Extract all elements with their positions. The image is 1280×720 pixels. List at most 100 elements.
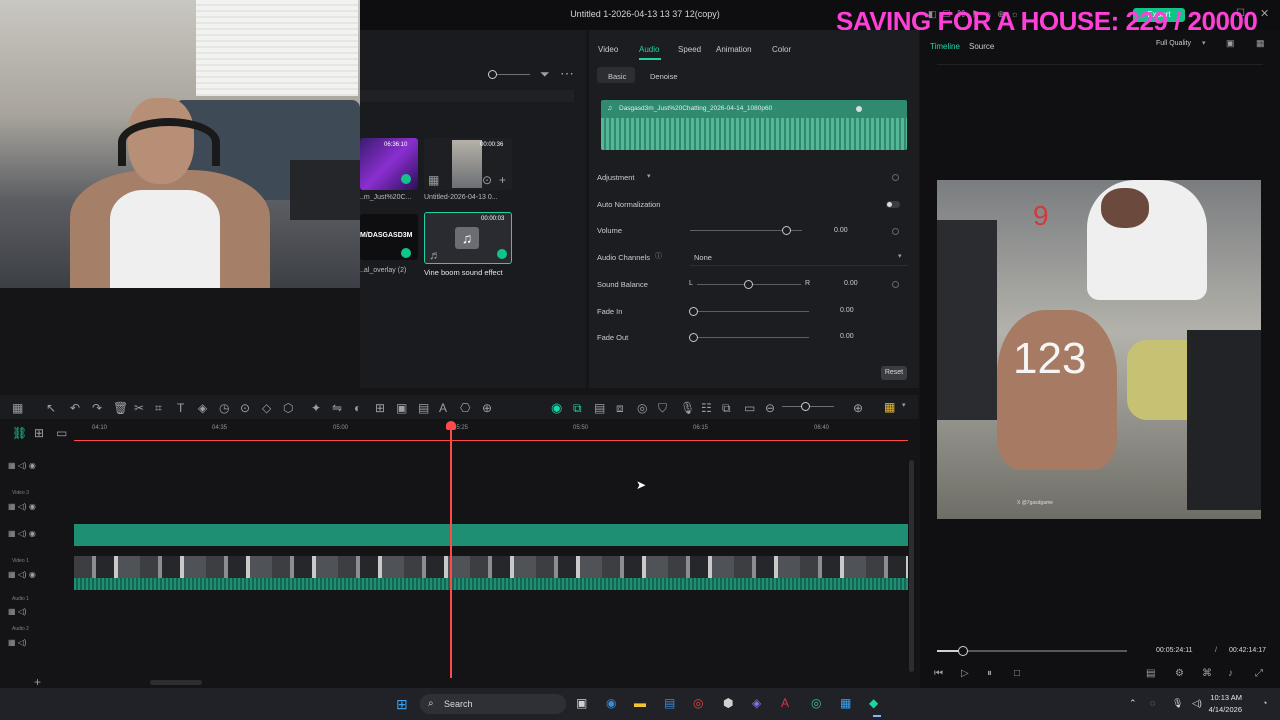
filter-icon[interactable]: ⏷ [540,68,550,80]
snap-icon[interactable]: ◉ [551,401,562,414]
layout-icon[interactable]: ▦ [12,402,23,414]
audio-waveform[interactable]: ♫ Dasgasd3m_Just%20Chatting_2026-04-14_1… [601,100,907,150]
volume-icon[interactable]: ♪ [1228,669,1233,679]
marker-icon[interactable]: ▤ [594,402,605,414]
scene-detect-icon[interactable]: ▤ [418,402,429,414]
keyframe-icon[interactable]: ◇ [262,402,271,414]
fade-out-slider[interactable] [693,337,809,338]
select-tool-icon[interactable]: ↖ [46,402,56,414]
auto-normalization-toggle[interactable] [886,201,900,208]
color-match-icon[interactable]: ◐ [354,402,361,414]
fade-in-value[interactable]: 0.00 [840,307,854,314]
undo-icon[interactable]: ↶ [70,402,80,414]
chevron-down-icon[interactable]: ▾ [647,173,651,180]
photos-icon[interactable]: ▦ [840,696,851,710]
auto-ripple-icon[interactable]: ◎ [637,402,647,414]
keyframe-icon[interactable] [892,174,899,181]
timeline-area[interactable] [0,419,918,688]
subtab-basic[interactable]: Basic [608,72,626,81]
mixer-icon[interactable]: ☷ [701,402,712,414]
playhead[interactable] [450,424,452,678]
tab-video[interactable]: Video [598,45,618,54]
stabilize-icon[interactable]: ⬡ [283,402,293,414]
playhead-handle[interactable] [446,421,456,430]
timer-icon[interactable]: ⊙ [240,402,250,414]
track-controls[interactable]: ▦ ◁) [8,638,27,647]
clock-date[interactable]: 4/14/2026 [1202,705,1242,714]
speed-icon[interactable]: ◷ [219,402,229,414]
tray-chevron-icon[interactable]: ⌃ [1129,698,1137,709]
caption-icon[interactable]: ▭ [744,402,755,414]
more-options-icon[interactable]: ⋯ [560,66,574,80]
acrobat-icon[interactable]: A [781,696,789,710]
start-icon[interactable]: ⊞ [396,696,408,713]
mic-icon[interactable]: 🎙 [680,402,695,414]
link-track-icon[interactable]: ⛓ [12,427,27,439]
mic-tray-icon[interactable]: 🎙 [1172,698,1183,709]
track-controls[interactable]: ▦ ◁) [8,607,27,616]
link-icon[interactable]: ⧉ [573,402,582,414]
track-controls[interactable]: ▦ ◁) ◉ [8,529,36,538]
add-icon[interactable]: + [34,676,41,688]
discord-icon[interactable]: ◈ [752,696,761,710]
keyframe-icon[interactable] [892,228,899,235]
timeline-ruler[interactable]: 04:10 04:35 05:00 05:25 05:50 06:15 06:4… [74,421,908,441]
audio-stretch-icon[interactable]: ⇋ [332,402,342,414]
delete-icon[interactable]: 🗑 [113,402,128,414]
redo-icon[interactable]: ↷ [92,402,102,414]
balance-slider-knob[interactable] [744,280,753,289]
filmora-icon[interactable]: ◆ [869,696,878,710]
motion-track-icon[interactable]: ⊞ [375,402,385,414]
quality-select[interactable]: Full Quality [1156,40,1191,47]
media-thumb-stream[interactable]: 06:36:10 [360,138,418,190]
pip-icon[interactable]: ⧉ [722,402,731,414]
mask-icon[interactable]: ▣ [396,402,407,414]
chrome-icon[interactable]: ◎ [693,696,703,710]
translate-icon[interactable]: A [439,402,447,414]
file-explorer-icon[interactable]: ▬ [634,696,646,710]
balance-value[interactable]: 0.00 [844,280,858,287]
volume-value[interactable]: 0.00 [834,227,848,234]
close-icon[interactable]: ✕ [1260,7,1269,20]
subtab-denoise[interactable]: Denoise [650,72,678,81]
effects-icon[interactable]: ✦ [311,402,321,414]
text-icon[interactable]: T [177,402,184,414]
audio-channels-select[interactable]: None ▾ [690,249,908,266]
pause-icon[interactable]: ⏸ [987,669,992,679]
store-icon[interactable]: ▤ [664,696,675,710]
media-thumb-overlay[interactable]: M/DASGASD3M [360,214,418,260]
clock-time[interactable]: 10:13 AM [1202,693,1242,702]
add-track-icon[interactable]: ⊞ [34,427,44,439]
chrome-profile-icon[interactable]: ◎ [811,696,821,710]
tab-speed[interactable]: Speed [678,45,701,54]
track-menu-icon[interactable]: ▭ [56,427,67,439]
zoom-slider-knob[interactable] [488,70,497,79]
add-icon[interactable]: + [499,174,506,186]
vine-boom-clip[interactable] [74,524,908,546]
zoom-out-icon[interactable]: ⊖ [765,402,775,414]
tab-animation[interactable]: Animation [716,45,752,54]
network-icon[interactable]: ◌ [1150,698,1155,708]
keyframe-icon[interactable] [892,281,899,288]
task-view-icon[interactable]: ▣ [576,696,587,710]
volume-keyframe-knob[interactable] [856,106,862,112]
timeline-horizontal-scrollbar[interactable] [150,680,202,685]
compound-icon[interactable]: ⧈ [616,402,624,414]
fullscreen-icon[interactable]: ⤢ [1255,669,1263,679]
volume-tray-icon[interactable]: ◁) [1192,698,1202,709]
fade-out-value[interactable]: 0.00 [840,333,854,340]
fade-in-slider[interactable] [693,311,809,312]
grid-view-icon[interactable]: ▦ [884,401,895,413]
help-icon[interactable]: ⓘ [655,253,662,260]
render-icon[interactable]: ▤ [1146,669,1155,679]
split-icon[interactable]: ✂ [134,402,144,414]
ai-tool-icon[interactable]: ◈ [198,402,207,414]
edge-icon[interactable]: ◉ [606,696,616,710]
zoom-fit-icon[interactable]: ⊕ [482,402,492,414]
volume-slider-knob[interactable] [782,226,791,235]
grid-icon[interactable]: ▦ [1256,39,1265,48]
track-controls[interactable]: ▦ ◁) ◉ [8,461,36,470]
camera-icon[interactable]: ⌘ [1202,669,1212,679]
timeline-vertical-scrollbar[interactable] [909,460,914,672]
chevron-down-icon[interactable]: ▾ [902,402,906,409]
